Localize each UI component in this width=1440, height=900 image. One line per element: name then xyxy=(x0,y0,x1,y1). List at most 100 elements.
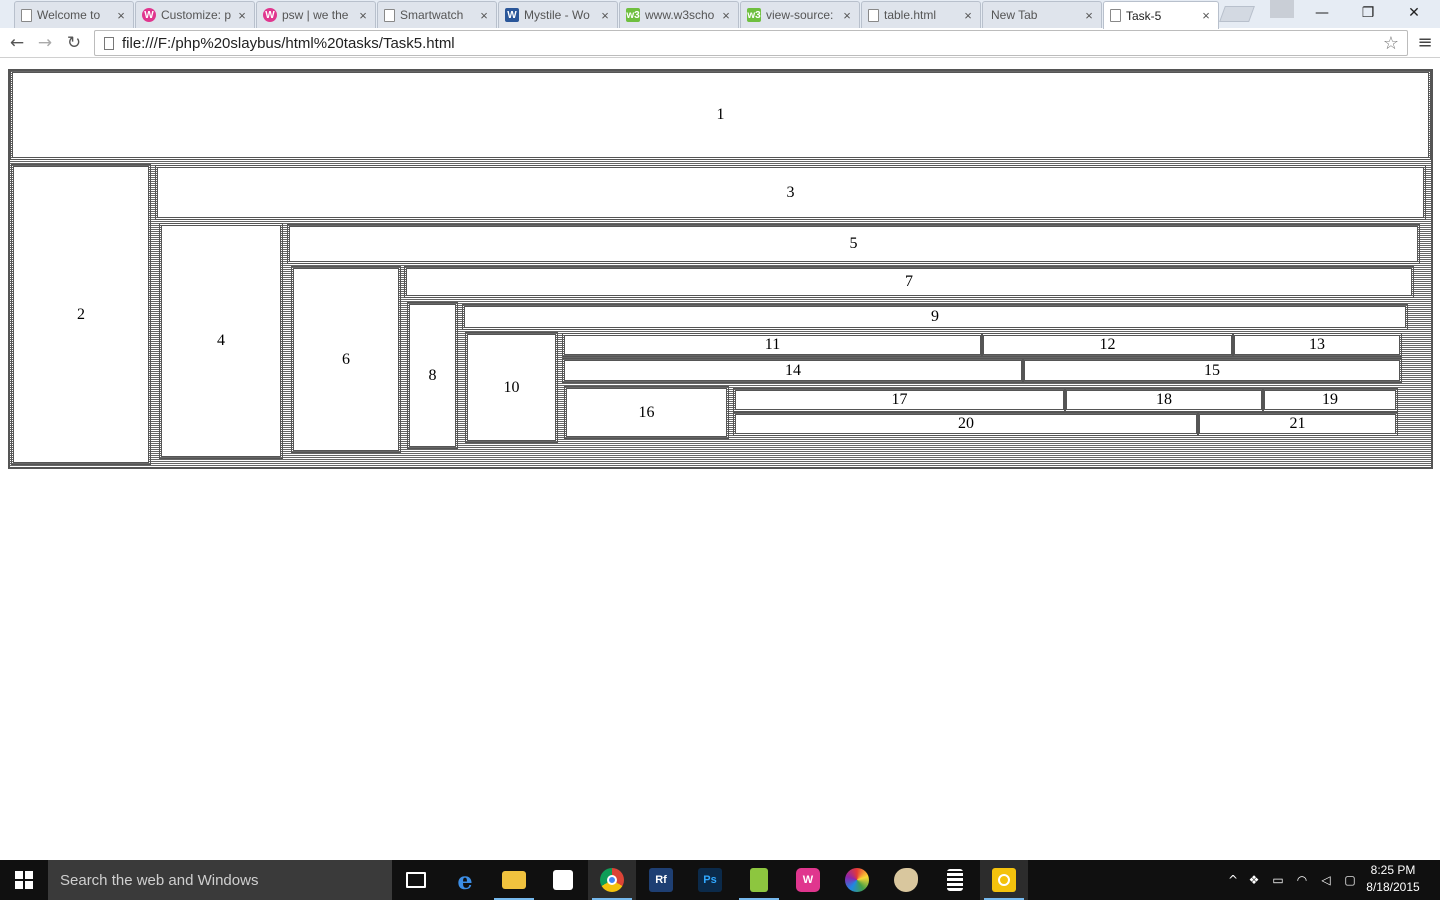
wordpress-icon[interactable]: W xyxy=(784,860,832,900)
w3-logo-icon: w3 xyxy=(747,8,761,22)
new-tab-button[interactable] xyxy=(1219,6,1255,22)
document-icon xyxy=(21,8,32,22)
sticky-app-icon[interactable] xyxy=(980,860,1028,900)
tab-close-icon[interactable]: × xyxy=(960,8,976,23)
tab-new-tab[interactable]: New Tab × xyxy=(982,1,1102,28)
tab-close-icon[interactable]: × xyxy=(476,8,492,23)
document-icon xyxy=(868,8,879,22)
clock-date: 8/18/2015 xyxy=(1366,880,1420,894)
address-url[interactable]: file:///F:/php%20slaybus/html%20tasks/Ta… xyxy=(122,35,455,52)
table-cell-12: 12 xyxy=(981,333,1234,357)
forward-button[interactable]: → xyxy=(34,32,56,54)
profile-avatar-icon[interactable] xyxy=(1270,0,1294,18)
tab-close-icon[interactable]: × xyxy=(839,8,855,23)
table-cell-5: 5 xyxy=(287,224,1420,264)
paint-palette-icon[interactable] xyxy=(882,860,930,900)
table-cell-13: 13 xyxy=(1232,333,1402,357)
table-cell-8: 8 xyxy=(407,302,458,449)
tab-label: Smartwatch xyxy=(400,8,464,22)
tab-label: Mystile - Wo xyxy=(524,8,590,22)
calculator-icon[interactable] xyxy=(931,860,979,900)
edge-icon[interactable]: e xyxy=(441,860,489,900)
chrome-menu-button[interactable]: ≡ xyxy=(1416,32,1434,54)
document-icon xyxy=(384,8,395,22)
tab-close-icon[interactable]: × xyxy=(1081,8,1097,23)
table-cell-19: 19 xyxy=(1262,388,1398,412)
photoshop-icon[interactable]: Ps xyxy=(686,860,734,900)
page-icon xyxy=(104,36,114,50)
table-cell-3: 3 xyxy=(155,165,1426,220)
w-logo-icon: W xyxy=(505,8,519,22)
notepad-plus-icon[interactable] xyxy=(735,860,783,900)
tab-close-icon[interactable]: × xyxy=(718,8,734,23)
tab-smartwatch[interactable]: Smartwatch × xyxy=(377,1,497,28)
table-cell-17: 17 xyxy=(733,388,1066,412)
task-view-icon[interactable] xyxy=(392,860,440,900)
taskbar-clock[interactable]: 8:25 PM 8/18/2015 xyxy=(1362,862,1424,896)
table-cell-15: 15 xyxy=(1022,358,1402,383)
tab-table-html[interactable]: table.html × xyxy=(861,1,981,28)
wifi-icon[interactable]: ◠ xyxy=(1290,873,1314,887)
table-cell-6: 6 xyxy=(291,266,401,453)
file-explorer-icon[interactable] xyxy=(490,860,538,900)
table-cell-20: 20 xyxy=(733,412,1199,436)
table-cell-16: 16 xyxy=(564,386,729,439)
table-cell-21: 21 xyxy=(1197,412,1398,436)
system-tray: ^ ❖ ▭ ◠ ◁ ▢ xyxy=(1224,860,1362,900)
tab-label: www.w3scho xyxy=(645,8,715,22)
chrome-icon[interactable] xyxy=(588,860,636,900)
document-icon xyxy=(1110,9,1121,22)
table-cell-11: 11 xyxy=(562,333,983,357)
volume-icon[interactable]: ◁ xyxy=(1314,873,1338,887)
wordpress-icon: W xyxy=(142,8,156,22)
notification-icon[interactable]: ▢ xyxy=(1338,873,1362,887)
start-button[interactable] xyxy=(0,860,48,900)
tab-label: Welcome to xyxy=(37,8,101,22)
dropbox-icon[interactable]: ❖ xyxy=(1242,873,1266,887)
browser-titlebar: Welcome to × W Customize: p × W psw | we… xyxy=(0,0,1440,29)
store-icon[interactable] xyxy=(539,860,587,900)
table-cell-1: 1 xyxy=(10,70,1431,160)
tab-close-icon[interactable]: × xyxy=(113,8,129,23)
taskbar-search-box[interactable]: Search the web and Windows xyxy=(48,860,392,900)
clock-time: 8:25 PM xyxy=(1370,863,1416,877)
table-cell-10: 10 xyxy=(465,332,558,443)
tab-label: table.html xyxy=(884,8,937,22)
tab-label: New Tab xyxy=(991,8,1038,22)
minimize-button[interactable]: — xyxy=(1302,2,1342,24)
tab-label: view-source: xyxy=(766,8,834,22)
battery-icon[interactable]: ▭ xyxy=(1266,873,1290,887)
address-bar[interactable]: file:///F:/php%20slaybus/html%20tasks/Ta… xyxy=(94,30,1408,56)
tab-view-source[interactable]: w3 view-source: × xyxy=(740,1,860,28)
paint-icon[interactable] xyxy=(833,860,881,900)
table-cell-18: 18 xyxy=(1064,388,1264,412)
tab-mystile[interactable]: W Mystile - Wo × xyxy=(498,1,618,28)
table-cell-7: 7 xyxy=(404,266,1414,298)
tab-close-icon[interactable]: × xyxy=(355,8,371,23)
windows-taskbar: Search the web and Windows e Rf Ps W ^ ❖… xyxy=(0,860,1440,900)
tab-close-icon[interactable]: × xyxy=(597,8,613,23)
reflector-icon[interactable]: Rf xyxy=(637,860,685,900)
reload-button[interactable]: ↻ xyxy=(63,32,85,54)
tab-customize[interactable]: W Customize: p × xyxy=(135,1,255,28)
table-cell-9: 9 xyxy=(462,304,1408,330)
tab-label: Customize: p xyxy=(161,8,232,22)
chevron-up-icon[interactable]: ^ xyxy=(1224,873,1242,887)
bookmark-star-icon[interactable]: ☆ xyxy=(1383,33,1399,54)
tab-label: Task-5 xyxy=(1126,8,1162,23)
tab-close-icon[interactable]: × xyxy=(1198,8,1214,23)
tab-welcome[interactable]: Welcome to × xyxy=(14,1,134,28)
table-cell-2: 2 xyxy=(11,164,151,465)
back-button[interactable]: ← xyxy=(6,32,28,54)
tab-w3schools[interactable]: w3 www.w3scho × xyxy=(619,1,739,28)
w3-logo-icon: w3 xyxy=(626,8,640,22)
table-cell-14: 14 xyxy=(562,358,1024,383)
page-viewport: 1 2 3 4 5 6 7 8 9 10 11 12 13 14 15 16 1… xyxy=(0,59,1440,860)
tab-close-icon[interactable]: × xyxy=(234,8,250,23)
tab-psw[interactable]: W psw | we the × xyxy=(256,1,376,28)
browser-toolbar: ← → ↻ file:///F:/php%20slaybus/html%20ta… xyxy=(0,28,1440,58)
tab-task-5[interactable]: Task-5 × xyxy=(1103,1,1219,29)
table-cell-4: 4 xyxy=(159,223,283,459)
restore-button[interactable]: ❐ xyxy=(1348,2,1388,24)
close-window-button[interactable]: ✕ xyxy=(1394,2,1434,24)
